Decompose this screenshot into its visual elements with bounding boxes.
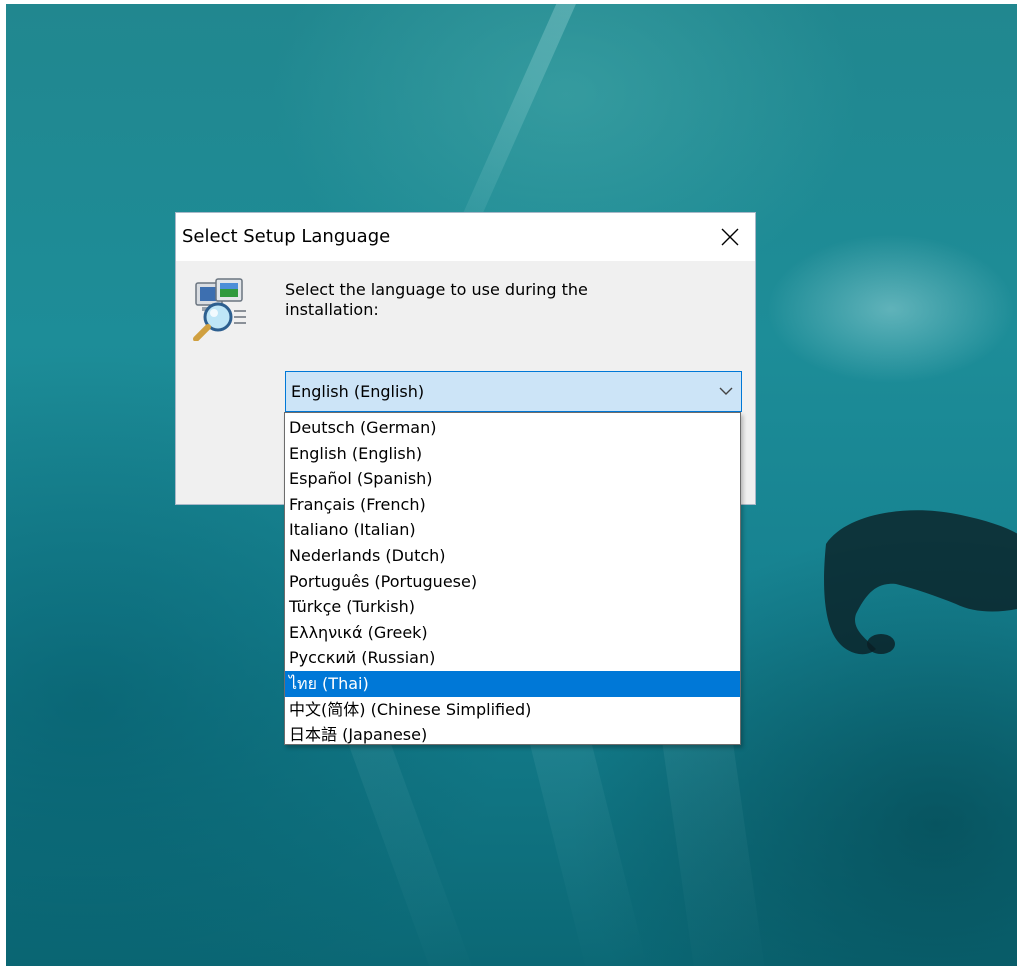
- combobox-selected-value: English (English): [291, 382, 425, 401]
- swimmer-silhouette: [824, 510, 1017, 655]
- dialog-title: Select Setup Language: [182, 226, 391, 247]
- water-surface-shine: [766, 234, 1016, 384]
- close-button[interactable]: [713, 221, 747, 253]
- language-option-dutch[interactable]: Nederlands (Dutch): [285, 543, 740, 569]
- language-option-greek[interactable]: Ελληνικά (Greek): [285, 620, 740, 646]
- language-option-thai[interactable]: ไทย (Thai): [285, 670, 740, 697]
- language-option-german[interactable]: Deutsch (German): [285, 415, 740, 441]
- language-option-chinese-simplified[interactable]: 中文(简体) (Chinese Simplified): [285, 697, 740, 723]
- language-option-japanese[interactable]: 日本語 (Japanese): [285, 722, 740, 748]
- language-option-turkish[interactable]: Türkçe (Turkish): [285, 594, 740, 620]
- close-icon: [721, 228, 739, 246]
- setup-computer-magnifier-icon: [193, 278, 246, 341]
- language-option-french[interactable]: Français (French): [285, 492, 740, 518]
- language-option-italian[interactable]: Italiano (Italian): [285, 517, 740, 543]
- title-bar: Select Setup Language: [176, 213, 755, 261]
- language-option-russian[interactable]: Русский (Russian): [285, 645, 740, 671]
- language-combobox[interactable]: English (English): [285, 371, 742, 412]
- language-option-spanish[interactable]: Español (Spanish): [285, 466, 740, 492]
- language-option-english[interactable]: English (English): [285, 441, 740, 467]
- chevron-down-icon: [719, 387, 733, 395]
- language-prompt: Select the language to use during the in…: [285, 280, 588, 319]
- language-dropdown-list[interactable]: Deutsch (German) English (English) Españ…: [284, 412, 741, 745]
- language-option-portuguese[interactable]: Português (Portuguese): [285, 569, 740, 595]
